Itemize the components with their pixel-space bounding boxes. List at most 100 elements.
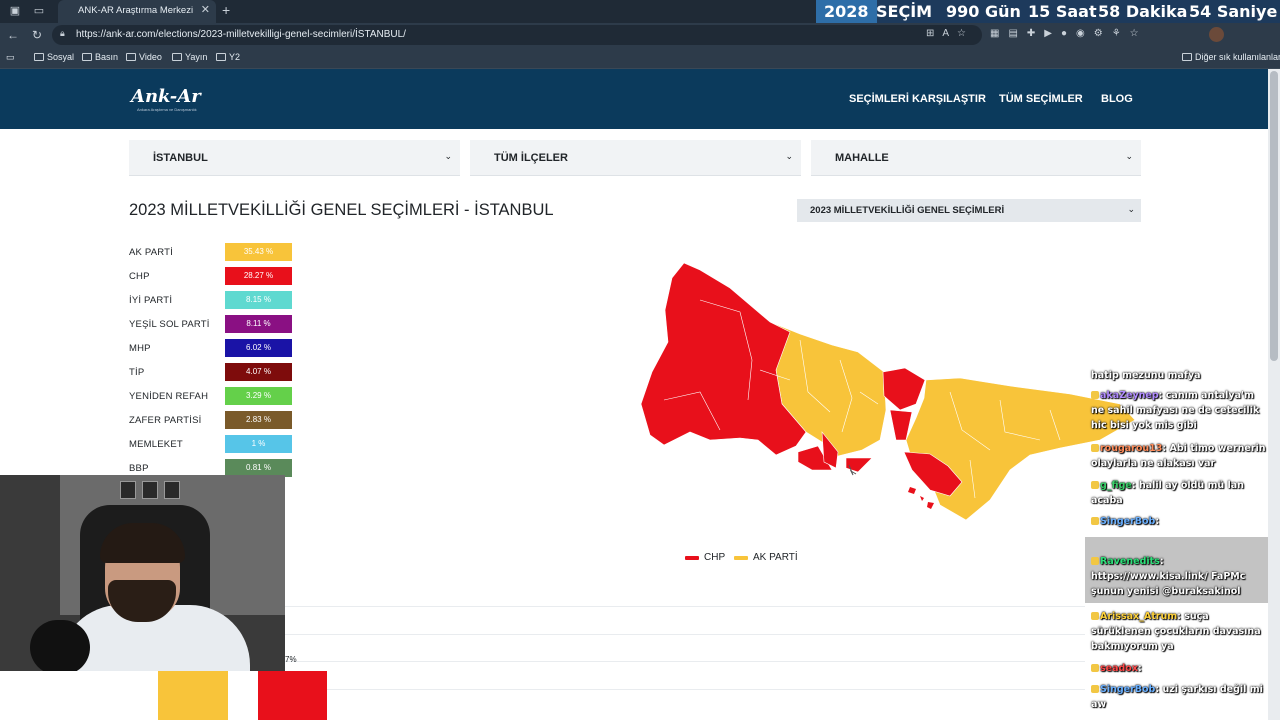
- lock-icon[interactable]: 🔒︎: [60, 28, 65, 39]
- chat-badge-icon: [1091, 557, 1099, 565]
- chat-text: hatip mezunu mafya: [1091, 370, 1201, 381]
- bookmark-basin[interactable]: Basın: [82, 52, 118, 62]
- party-name: MEMLEKET: [129, 439, 183, 450]
- url-tools-icons[interactable]: ⊞A☆: [926, 28, 974, 39]
- party-pct: 35.43 %: [243, 247, 274, 256]
- chat-username[interactable]: SingerBob: [1100, 684, 1155, 695]
- chevron-down-icon: ⌄: [1125, 151, 1133, 161]
- streamer-webcam: [0, 475, 285, 671]
- extension-icons[interactable]: ▦▤✚▶●◉⚙⚘☆: [990, 28, 1148, 39]
- wall-frame: [142, 481, 158, 499]
- legend-swatch: [685, 556, 699, 560]
- chat-username[interactable]: g_fige: [1100, 480, 1132, 491]
- chevron-down-icon: ⌄: [785, 151, 793, 161]
- party-pct-badge: 4.07 %: [225, 363, 292, 381]
- district-select[interactable]: TÜM İLÇELER ⌄: [470, 140, 801, 176]
- chart-bar-white: [0, 671, 158, 720]
- chevron-down-icon: ⌄: [1127, 204, 1135, 214]
- nav-compare-elections[interactable]: SEÇİMLERİ KARŞILAŞTIR: [849, 93, 986, 105]
- wall-frame: [120, 481, 136, 499]
- chat-message: seadox:: [1091, 661, 1267, 676]
- chat-message: g_fige: halil ay öldü mü lan acaba: [1091, 478, 1267, 508]
- reading-list-icon[interactable]: ▭: [6, 52, 15, 63]
- bookmark-sosyal[interactable]: Sosyal: [34, 52, 74, 62]
- party-pct: 0.81 %: [246, 463, 271, 472]
- new-tab-icon[interactable]: +: [222, 2, 230, 18]
- nav-all-elections[interactable]: TÜM SEÇİMLER: [999, 93, 1083, 105]
- chat-badge-icon: [1091, 664, 1099, 672]
- party-name: TİP: [129, 367, 145, 378]
- party-name: CHP: [129, 271, 150, 282]
- chat-message: SingerBob: uzi şarkısı değil mi aw: [1091, 682, 1267, 712]
- legend-label: AK PARTİ: [753, 552, 798, 563]
- party-pct: 6.02 %: [246, 343, 271, 352]
- tab-actions-icon[interactable]: ▭: [32, 4, 46, 18]
- url-field[interactable]: 🔒︎ https://ank-ar.com/elections/2023-mil…: [52, 25, 982, 45]
- party-name: YENİDEN REFAH: [129, 391, 209, 402]
- party-pct-badge: 3.29 %: [225, 387, 292, 405]
- countdown-seconds: 54 Saniye: [1189, 2, 1278, 21]
- chat-username[interactable]: Ravenedits: [1100, 556, 1160, 567]
- url-text[interactable]: https://ank-ar.com/elections/2023-millet…: [76, 29, 406, 40]
- party-name: MHP: [129, 343, 151, 354]
- bookmark-yayin[interactable]: Yayın: [172, 52, 207, 62]
- scrollbar-thumb[interactable]: [1270, 71, 1278, 361]
- party-pct: 8.11 %: [246, 319, 271, 328]
- divider: [285, 606, 1085, 607]
- chat-username[interactable]: SingerBob: [1100, 516, 1155, 527]
- tab-title: ANK-AR Araştırma Merkezi: [78, 5, 194, 16]
- workspaces-icon[interactable]: ▣: [8, 4, 22, 18]
- party-pct: 2.83 %: [246, 415, 271, 424]
- bookmarks-bar: ▭ Sosyal Basın Video Yayın Y2 Diğer sık …: [0, 47, 1280, 69]
- chart-bar-chp: [258, 671, 327, 720]
- neighborhood-select[interactable]: MAHALLE ⌄: [811, 140, 1141, 176]
- address-bar-row: ← ↻ 🔒︎ https://ank-ar.com/elections/2023…: [0, 23, 1280, 47]
- divider: [285, 661, 1085, 662]
- refresh-icon[interactable]: ↻: [30, 28, 44, 42]
- browser-tab[interactable]: ANK-AR Araştırma Merkezi ✕: [58, 0, 216, 23]
- chat-badge-icon: [1091, 391, 1099, 399]
- close-icon[interactable]: ✕: [201, 3, 210, 16]
- chat-badge-icon: [1091, 612, 1099, 620]
- province-select[interactable]: İSTANBUL ⌄: [129, 140, 460, 176]
- party-pct-badge: 6.02 %: [225, 339, 292, 357]
- stream-chat: hatip mezunu mafya akaZeynep: canım antal…: [1085, 368, 1268, 720]
- chat-username[interactable]: Arissax_Atrum: [1100, 611, 1177, 622]
- chat-username[interactable]: seadox: [1100, 663, 1138, 674]
- folder-icon: [216, 53, 226, 61]
- site-logo[interactable]: Ank-Ar: [131, 86, 201, 107]
- nav-blog[interactable]: BLOG: [1101, 93, 1133, 105]
- party-pct-badge: 1 %: [225, 435, 292, 453]
- back-icon[interactable]: ←: [6, 28, 20, 42]
- folder-icon: [34, 53, 44, 61]
- bookmark-label: Diğer sık kullanılanlar: [1195, 52, 1280, 62]
- other-bookmarks[interactable]: Diğer sık kullanılanlar: [1182, 52, 1280, 62]
- neighborhood-value: MAHALLE: [835, 152, 889, 164]
- microphone: [30, 620, 90, 671]
- countdown-hours: 15 Saat: [1028, 2, 1097, 21]
- folder-icon: [82, 53, 92, 61]
- folder-icon: [126, 53, 136, 61]
- chat-message: hatip mezunu mafya: [1091, 368, 1267, 383]
- election-select[interactable]: 2023 MİLLETVEKİLLİĞİ GENEL SEÇİMLERİ ⌄: [797, 199, 1141, 222]
- party-pct: 28.27 %: [243, 271, 274, 280]
- party-name: BBP: [129, 463, 149, 474]
- party-pct: 3.29 %: [246, 391, 271, 400]
- chat-username[interactable]: rougarou13: [1100, 443, 1162, 454]
- profile-avatar[interactable]: [1209, 27, 1224, 42]
- election-countdown: 2028 SEÇİM 990 Gün 15 Saat 58 Dakika 54 …: [816, 0, 1280, 24]
- chat-badge-icon: [1091, 685, 1099, 693]
- countdown-days: 990 Gün: [946, 2, 1021, 21]
- divider: [285, 634, 1085, 635]
- bookmark-y2[interactable]: Y2: [216, 52, 240, 62]
- chat-username[interactable]: akaZeynep: [1100, 390, 1159, 401]
- party-pct-badge: 35.43 %: [225, 243, 292, 261]
- legend-label: CHP: [704, 552, 726, 563]
- page-scrollbar[interactable]: [1268, 69, 1280, 720]
- wall-frame: [164, 481, 180, 499]
- bookmark-video[interactable]: Video: [126, 52, 162, 62]
- chart-bar-akp: [158, 671, 228, 720]
- party-pct: 8.15 %: [246, 295, 271, 304]
- chat-message: rougarou13: Abi timo wernerin olaylarla …: [1091, 441, 1267, 471]
- party-pct-badge: 28.27 %: [225, 267, 292, 285]
